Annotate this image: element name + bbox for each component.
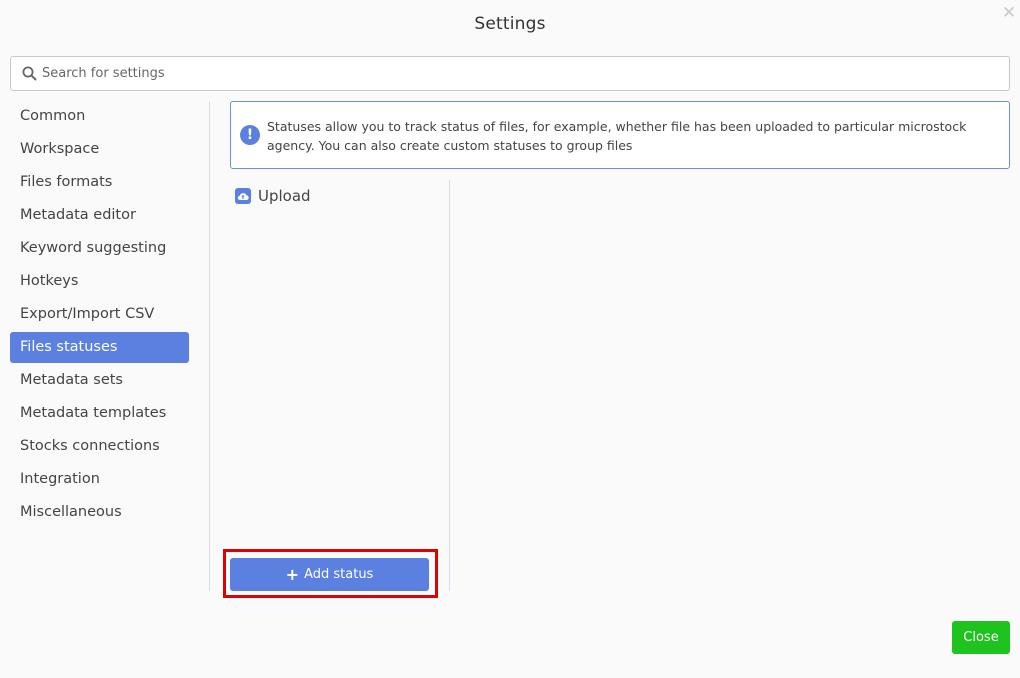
add-status-label: Add status [304, 567, 374, 582]
info-notice: ! Statuses allow you to track status of … [230, 101, 1010, 169]
sidebar-divider [209, 101, 210, 591]
exclamation-icon: ! [240, 125, 260, 145]
plus-icon: + [285, 564, 300, 584]
close-icon[interactable]: ✕ [1001, 5, 1017, 22]
sidebar-item-export-import-csv[interactable]: Export/Import CSV [10, 299, 189, 330]
search-input[interactable] [42, 57, 1009, 90]
search-icon [20, 65, 38, 83]
sidebar-item-metadata-sets[interactable]: Metadata sets [10, 365, 189, 396]
add-status-button[interactable]: + Add status [230, 558, 429, 591]
sidebar-item-common[interactable]: Common [10, 101, 189, 132]
status-label: Upload [258, 187, 311, 205]
cloud-upload-icon [235, 188, 251, 204]
status-list: Upload [230, 180, 440, 212]
sidebar-item-metadata-editor[interactable]: Metadata editor [10, 200, 189, 231]
sidebar-item-integration[interactable]: Integration [10, 464, 189, 495]
list-divider [449, 180, 450, 591]
sidebar-item-miscellaneous[interactable]: Miscellaneous [10, 497, 189, 528]
info-text: Statuses allow you to track status of fi… [267, 119, 967, 153]
sidebar-item-files-statuses[interactable]: Files statuses [10, 332, 189, 363]
dialog-title: Settings [474, 14, 546, 34]
sidebar-item-workspace[interactable]: Workspace [10, 134, 189, 165]
sidebar-item-metadata-templates[interactable]: Metadata templates [10, 398, 189, 429]
sidebar-item-stocks-connections[interactable]: Stocks connections [10, 431, 189, 462]
sidebar-item-keyword-suggesting[interactable]: Keyword suggesting [10, 233, 189, 264]
settings-dialog: Settings ✕ Common Workspace Files format… [0, 0, 1020, 678]
search-field[interactable] [10, 56, 1010, 91]
close-button[interactable]: Close [952, 621, 1010, 654]
settings-sidebar: Common Workspace Files formats Metadata … [10, 101, 189, 530]
sidebar-item-hotkeys[interactable]: Hotkeys [10, 266, 189, 297]
sidebar-item-files-formats[interactable]: Files formats [10, 167, 189, 198]
list-item[interactable]: Upload [230, 180, 440, 212]
